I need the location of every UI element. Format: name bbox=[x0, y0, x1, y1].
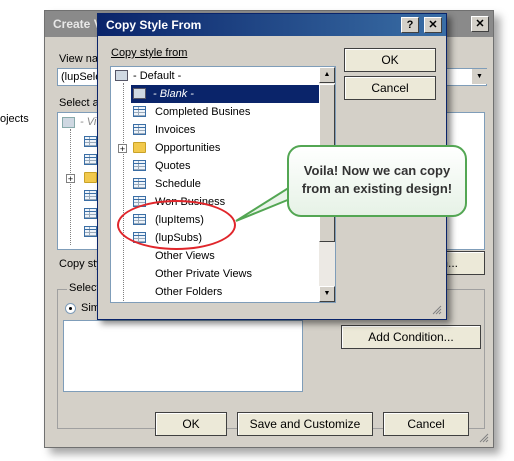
table-view-icon bbox=[133, 106, 146, 117]
table-view-icon bbox=[133, 124, 146, 135]
close-icon[interactable]: ✕ bbox=[424, 17, 442, 33]
view-name-value: (lupSele bbox=[61, 71, 102, 83]
view-name-label: View nar bbox=[59, 53, 102, 65]
view-icon bbox=[62, 117, 75, 128]
save-customize-button[interactable]: Save and Customize bbox=[237, 412, 373, 436]
tree-item-default[interactable]: - Default - bbox=[115, 67, 320, 85]
background-window-text: ojects bbox=[0, 113, 29, 125]
radio-button[interactable] bbox=[65, 303, 76, 314]
callout-line-1: Voila! Now we can copy bbox=[303, 163, 451, 178]
copy-style-list-label: Copy style from bbox=[111, 47, 188, 59]
resize-grip-icon[interactable] bbox=[479, 433, 489, 443]
copy-style-title: Copy Style From bbox=[98, 14, 446, 36]
expand-icon[interactable]: + bbox=[118, 144, 127, 154]
table-view-icon bbox=[133, 160, 146, 171]
cancel-button[interactable]: Cancel bbox=[383, 412, 469, 436]
table-view-icon bbox=[84, 190, 97, 201]
create-view-title-buttons: ✕ bbox=[469, 16, 489, 32]
ok-button[interactable]: OK bbox=[155, 412, 227, 436]
background-tree-item: - Vi bbox=[80, 116, 97, 128]
table-view-icon bbox=[84, 208, 97, 219]
select-label: Select a bbox=[59, 97, 99, 109]
condition-box[interactable] bbox=[63, 320, 303, 392]
tree-item-label: Opportunities bbox=[155, 142, 221, 154]
tree-item-label: - Default - bbox=[133, 70, 182, 82]
tree-item-blank[interactable]: - Blank - bbox=[131, 85, 319, 103]
highlight-ellipse bbox=[117, 200, 236, 250]
tree-item-label: Completed Busines bbox=[155, 106, 251, 118]
table-view-icon bbox=[84, 226, 97, 237]
close-icon[interactable]: ✕ bbox=[471, 16, 489, 32]
scroll-down-icon[interactable]: ▼ bbox=[319, 286, 335, 302]
tree-item-label: Quotes bbox=[155, 160, 191, 172]
expand-icon[interactable]: + bbox=[66, 174, 75, 184]
resize-grip-icon[interactable] bbox=[432, 305, 442, 315]
blank-view-icon bbox=[133, 88, 146, 99]
callout-line-2: from an existing design! bbox=[301, 181, 453, 196]
tree-item-label: Other Private Views bbox=[155, 268, 253, 280]
callout-bubble: Voila! Now we can copy from an existing … bbox=[287, 145, 467, 217]
add-condition-button[interactable]: Add Condition... bbox=[341, 325, 481, 349]
callout-pointer bbox=[235, 185, 291, 222]
scroll-up-icon[interactable]: ▲ bbox=[319, 67, 335, 83]
table-view-icon bbox=[84, 136, 97, 147]
tree-item-label: Invoices bbox=[155, 124, 196, 136]
folder-icon bbox=[84, 172, 97, 183]
tree-item-label: - Blank - bbox=[153, 88, 194, 100]
copy-style-cancel-button[interactable]: Cancel bbox=[344, 76, 436, 100]
table-view-icon bbox=[133, 178, 146, 189]
copy-style-label: Copy sty bbox=[59, 258, 102, 270]
tree-item-label: Other Folders bbox=[155, 286, 223, 298]
folder-icon bbox=[133, 142, 146, 153]
copy-style-title-buttons: ? ✕ bbox=[399, 17, 442, 33]
help-icon[interactable]: ? bbox=[400, 17, 419, 33]
table-view-icon bbox=[84, 154, 97, 165]
default-view-icon bbox=[115, 70, 128, 81]
tree-item-label: Schedule bbox=[155, 178, 201, 190]
chevron-down-icon[interactable]: ▼ bbox=[471, 69, 487, 84]
copy-style-ok-button[interactable]: OK bbox=[344, 48, 436, 72]
